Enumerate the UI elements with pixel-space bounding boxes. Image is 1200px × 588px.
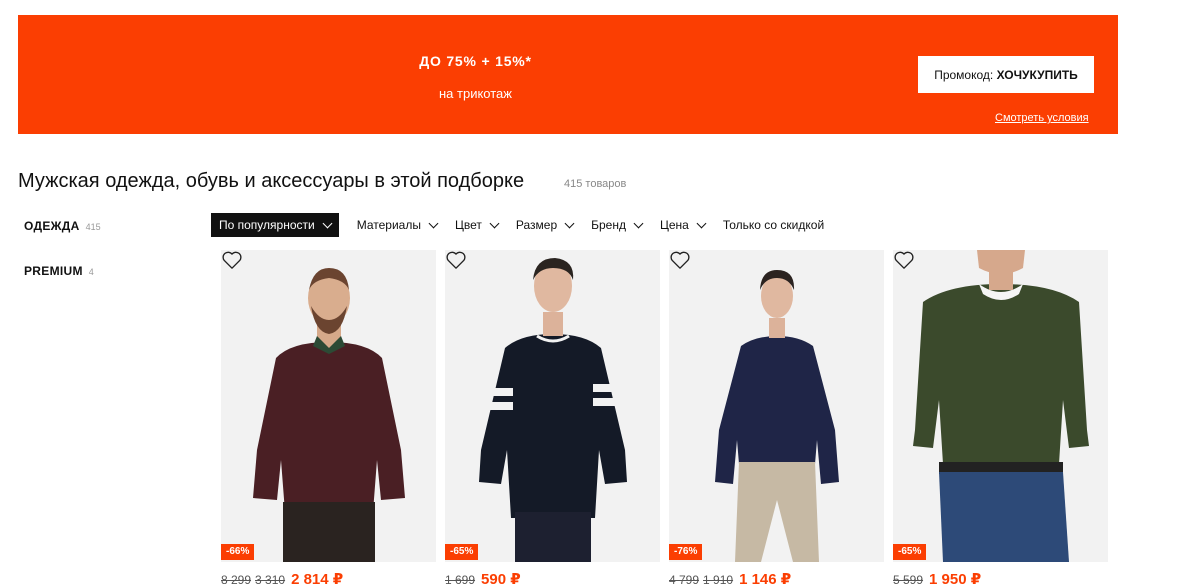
heart-icon[interactable]: [445, 250, 467, 270]
sidebar-item-count: 4: [88, 267, 94, 277]
old-price: 5 599: [893, 573, 924, 587]
promo-label: Промокод:: [934, 67, 994, 82]
chevron-down-icon: [633, 218, 644, 228]
filter-label: Бренд: [591, 218, 626, 232]
promo-banner[interactable]: ДО 75% + 15%* на трикотаж Промокод: ХОЧУ…: [18, 15, 1118, 134]
product-card[interactable]: -65% 5 599 1 950 ₽: [893, 250, 1108, 588]
filter-sale-only[interactable]: Только со скидкой: [723, 218, 824, 232]
model-photo: [445, 250, 660, 562]
banner-headline: ДО 75% + 15%*: [419, 53, 532, 69]
discount-badge: -76%: [669, 544, 703, 560]
filter-label: Цвет: [454, 218, 482, 232]
sort-popularity-dropdown[interactable]: По популярности: [211, 213, 339, 237]
discount-badge: -65%: [893, 544, 927, 560]
filter-bar: По популярности Материалы Цвет Размер Бр…: [211, 213, 842, 237]
filter-color[interactable]: Цвет: [454, 218, 500, 232]
old-price-2: 3 310: [255, 573, 286, 587]
current-price: 2 814 ₽: [291, 571, 344, 588]
conditions-link[interactable]: Смотреть условия: [995, 112, 1089, 124]
old-price: 8 299: [221, 573, 252, 587]
filter-label: Цена: [659, 218, 689, 232]
model-photo: [221, 250, 436, 562]
discount-badge: -66%: [221, 544, 255, 560]
product-card[interactable]: -76% 4 799 1 910 1 146 ₽: [669, 250, 884, 588]
chevron-down-icon: [696, 218, 707, 228]
old-price: 1 699: [445, 573, 476, 587]
price-row: 4 799 1 910 1 146 ₽: [669, 570, 791, 588]
product-image[interactable]: -65%: [893, 250, 1108, 562]
chevron-down-icon: [428, 218, 439, 228]
discount-badge: -65%: [445, 544, 479, 560]
filter-label: По популярности: [219, 218, 315, 232]
filter-size[interactable]: Размер: [515, 218, 575, 232]
product-image[interactable]: -76%: [669, 250, 884, 562]
filter-brand[interactable]: Бренд: [591, 218, 644, 232]
sidebar-item-clothing[interactable]: ОДЕЖДА 415: [24, 219, 101, 233]
heart-icon[interactable]: [669, 250, 691, 270]
filter-label: Только со скидкой: [722, 218, 825, 232]
filter-price[interactable]: Цена: [659, 218, 707, 232]
promo-code-button[interactable]: Промокод: ХОЧУКУПИТЬ: [918, 56, 1094, 93]
chevron-down-icon: [489, 218, 500, 228]
banner-subline: на трикотаж: [439, 86, 512, 101]
price-row: 5 599 1 950 ₽: [893, 570, 981, 588]
filter-label: Размер: [515, 218, 558, 232]
model-photo: [893, 250, 1108, 562]
product-image[interactable]: -66%: [221, 250, 436, 562]
chevron-down-icon: [564, 218, 575, 228]
sidebar-item-premium[interactable]: PREMIUM 4: [24, 264, 94, 278]
product-card[interactable]: -66% 8 299 3 310 2 814 ₽: [221, 250, 436, 588]
filter-label: Материалы: [356, 218, 421, 232]
filter-materials[interactable]: Материалы: [356, 218, 439, 232]
current-price: 1 146 ₽: [739, 571, 792, 588]
price-row: 1 699 590 ₽: [445, 570, 521, 588]
page-title: Мужская одежда, обувь и аксессуары в это…: [18, 170, 525, 192]
sidebar-item-label: PREMIUM: [24, 264, 83, 278]
old-price: 4 799: [669, 573, 700, 587]
price-row: 8 299 3 310 2 814 ₽: [221, 570, 343, 588]
current-price: 590 ₽: [481, 571, 521, 588]
product-image[interactable]: -65%: [445, 250, 660, 562]
product-card[interactable]: -65% 1 699 590 ₽: [445, 250, 660, 588]
product-count: 415 товаров: [564, 178, 627, 190]
model-photo: [669, 250, 884, 562]
heart-icon[interactable]: [893, 250, 915, 270]
old-price-2: 1 910: [703, 573, 734, 587]
promo-code: ХОЧУКУПИТЬ: [996, 67, 1078, 82]
current-price: 1 950 ₽: [929, 571, 982, 588]
sidebar-item-label: ОДЕЖДА: [24, 219, 80, 233]
chevron-down-icon: [322, 218, 333, 228]
heart-icon[interactable]: [221, 250, 243, 270]
sidebar-item-count: 415: [85, 222, 101, 232]
